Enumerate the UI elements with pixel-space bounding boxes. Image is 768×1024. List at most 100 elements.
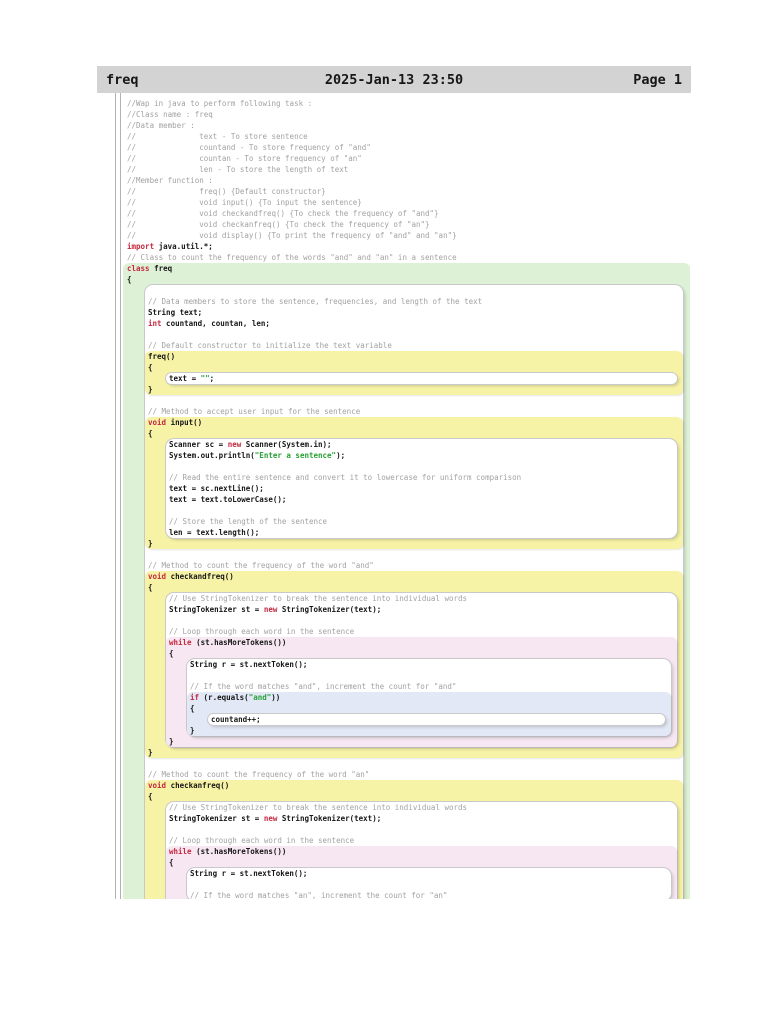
code-line: // Use StringTokenizer to break the sent…: [166, 593, 677, 604]
code-token-plain: StringTokenizer st =: [169, 814, 264, 823]
code-token-plain: len = text.length();: [169, 528, 260, 537]
code-token-plain: freq: [149, 264, 173, 273]
code-line: {: [123, 274, 690, 285]
code-token-kw: new: [227, 440, 242, 449]
code-line: text = text.toLowerCase();: [166, 494, 677, 505]
code-token-plain: ;: [209, 374, 215, 383]
code-line: {: [166, 648, 677, 659]
scope-body: // Use StringTokenizer to break the sent…: [166, 593, 677, 747]
code-line: // Default constructor to initialize the…: [145, 340, 683, 351]
code-token-plain: (r.equals(: [199, 693, 249, 702]
print-datetime: 2025-Jan-13 23:50: [324, 71, 464, 88]
code-line: // void checkanfreq() {To check the freq…: [123, 219, 690, 230]
code-area: //Wap in java to perform following task …: [123, 98, 690, 899]
code-token-com: // freq() {Default constructor}: [127, 187, 326, 196]
code-token-plain: countand, countan, len;: [161, 319, 270, 328]
code-line: // Data members to store the sentence, f…: [145, 296, 683, 307]
code-line: //Member function :: [123, 175, 690, 186]
code-token-com: // void display() {To print the frequenc…: [127, 231, 457, 240]
code-line: while (st.hasMoreTokens()): [166, 846, 677, 857]
page-margin-line-outer: [115, 93, 116, 899]
code-token-plain: {: [148, 363, 153, 372]
code-token-com: //Class name : freq: [127, 110, 213, 119]
code-token-plain: System.out.println(: [169, 451, 255, 460]
code-token-kw: int: [148, 319, 162, 328]
code-token-plain: {: [148, 792, 153, 801]
code-line: // text - To store sentence: [123, 131, 690, 142]
code-token-plain: text = sc.nextLine();: [169, 484, 264, 493]
code-token-kw: import: [127, 242, 155, 251]
code-token-plain: }: [148, 539, 153, 548]
code-token-plain: text =: [169, 374, 201, 383]
code-token-plain: java.util.*;: [154, 242, 213, 251]
code-token-com: // Method to accept user input for the s…: [148, 407, 361, 416]
code-line: // Method to accept user input for the s…: [145, 406, 683, 417]
code-line: void checkandfreq(): [145, 571, 683, 582]
code-token-kw: void: [148, 781, 167, 790]
scope-body: // Data members to store the sentence, f…: [145, 285, 683, 899]
code-line: {: [145, 582, 683, 593]
code-line: String r = st.nextToken();: [187, 868, 671, 879]
code-token-plain: (st.hasMoreTokens()): [191, 847, 287, 856]
code-token-com: // text - To store sentence: [127, 132, 308, 141]
code-token-com: // void checkanfreq() {To check the freq…: [127, 220, 430, 229]
code-token-com: // Use StringTokenizer to break the sent…: [169, 803, 468, 812]
code-line: import java.util.*;: [123, 241, 690, 252]
code-token-plain: }: [190, 726, 195, 735]
code-token-kw: if: [190, 693, 200, 702]
code-line: {: [145, 428, 683, 439]
code-token-com: //Member function :: [127, 176, 213, 185]
code-token-plain: checkandfreq(): [166, 572, 234, 581]
scope-method: freq() {text = "";}: [145, 351, 683, 395]
code-token-kw: void: [148, 572, 167, 581]
code-line: }: [145, 747, 683, 758]
code-line: StringTokenizer st = new StringTokenizer…: [166, 604, 677, 615]
code-line: // void checkandfreq() {To check the fre…: [123, 208, 690, 219]
code-line: StringTokenizer st = new StringTokenizer…: [166, 813, 677, 824]
code-line: int countand, countan, len;: [145, 318, 683, 329]
code-token-plain: String r = st.nextToken();: [190, 660, 308, 669]
code-line: }: [166, 736, 677, 747]
code-token-plain: StringTokenizer(text);: [277, 814, 382, 823]
code-token-plain: String r = st.nextToken();: [190, 869, 308, 878]
page-number: Page 1: [633, 71, 682, 88]
code-line: if (r.equals("and")): [187, 692, 671, 703]
code-token-com: // countan - To store frequency of "an": [127, 154, 362, 163]
code-line: void input(): [145, 417, 683, 428]
code-line: // len - To store the length of text: [123, 164, 690, 175]
code-token-plain: }: [169, 737, 174, 746]
code-token-com: // Read the entire sentence and convert …: [169, 473, 522, 482]
scope-class: class freq{ // Data members to store the…: [123, 263, 690, 899]
scope-body: countand++;: [208, 714, 665, 725]
code-token-str: "Enter a sentence": [254, 451, 337, 460]
code-token-plain: input(): [166, 418, 203, 427]
code-token-com: // Store the length of the sentence: [169, 517, 328, 526]
code-token-plain: Scanner(System.in);: [241, 440, 332, 449]
code-token-plain: {: [148, 583, 153, 592]
scope-body: text = "";: [166, 373, 677, 384]
code-token-com: // Default constructor to initialize the…: [148, 341, 392, 350]
code-token-com: // If the word matches "and", increment …: [190, 682, 457, 691]
code-token-com: // Loop through each word in the sentenc…: [169, 627, 355, 636]
code-line: {: [187, 703, 671, 714]
code-line: // Read the entire sentence and convert …: [166, 472, 677, 483]
code-line: class freq: [123, 263, 690, 274]
code-line: //Data member :: [123, 120, 690, 131]
code-token-com: //Data member :: [127, 121, 195, 130]
code-line: // If the word matches "and", increment …: [187, 681, 671, 692]
code-line: // If the word matches "an", increment t…: [187, 890, 671, 899]
code-token-plain: }: [148, 385, 153, 394]
code-line: {: [166, 857, 677, 868]
code-token-plain: StringTokenizer st =: [169, 605, 264, 614]
code-token-str: "and": [248, 693, 272, 702]
print-header: freq 2025-Jan-13 23:50 Page 1: [97, 66, 691, 93]
scope-method: void checkanfreq(){// Use StringTokenize…: [145, 780, 683, 899]
page-margin-line-inner: [120, 93, 121, 899]
code-line: // freq() {Default constructor}: [123, 186, 690, 197]
